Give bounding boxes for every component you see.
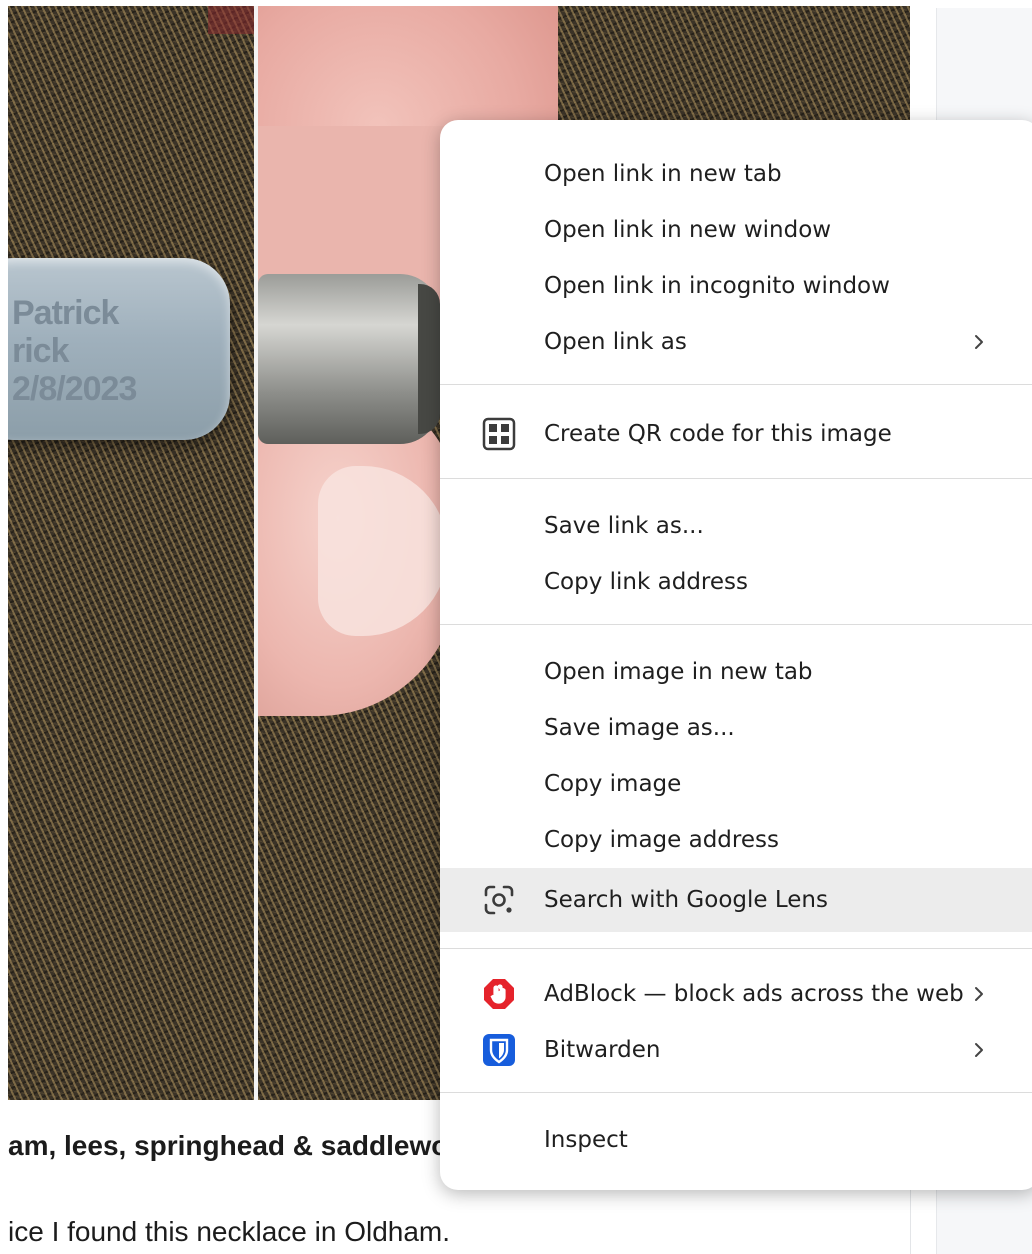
menu-item-adblock[interactable]: AdBlock — block ads across the web xyxy=(440,966,1032,1022)
menu-item-create-qr-code[interactable]: Create QR code for this image xyxy=(440,406,1032,462)
menu-item-label: Copy image address xyxy=(544,827,779,853)
menu-item-label: Copy image xyxy=(544,771,682,797)
chevron-right-icon xyxy=(975,335,983,349)
qr-code-icon xyxy=(482,417,516,451)
menu-item-label: AdBlock — block ads across the web xyxy=(544,981,964,1007)
post-body: ice I found this necklace in Oldham. xyxy=(8,1216,451,1247)
post-title[interactable]: am, lees, springhead & saddlewo xyxy=(8,1130,448,1162)
menu-item-bitwarden[interactable]: Bitwarden xyxy=(440,1022,1032,1078)
menu-item-label: Open image in new tab xyxy=(544,659,813,685)
chevron-right-icon xyxy=(975,1043,983,1057)
menu-separator xyxy=(440,1092,1032,1093)
menu-item-label: Open link in new window xyxy=(544,217,832,243)
menu-item-label: Inspect xyxy=(544,1127,628,1153)
menu-item-open-link-new-tab[interactable]: Open link in new tab xyxy=(440,146,1032,202)
menu-item-open-link-as[interactable]: Open link as xyxy=(440,314,1032,370)
menu-item-label: Open link in incognito window xyxy=(544,273,890,299)
photo-background-red xyxy=(208,6,254,34)
menu-item-copy-image[interactable]: Copy image xyxy=(440,756,1032,812)
tag-line-1: Patrick xyxy=(12,294,119,332)
menu-item-label: Open link in new tab xyxy=(544,161,782,187)
tag-line-3: 2/8/2023 xyxy=(12,370,137,408)
menu-item-label: Save link as... xyxy=(544,513,704,539)
menu-item-label: Search with Google Lens xyxy=(544,887,828,913)
menu-separator xyxy=(440,624,1032,625)
menu-item-open-image-new-tab[interactable]: Open image in new tab xyxy=(440,644,1032,700)
adblock-icon xyxy=(484,979,514,1009)
context-menu: Open link in new tab Open link in new wi… xyxy=(440,120,1032,1190)
metal-cylinder xyxy=(258,274,440,444)
menu-item-open-link-incognito[interactable]: Open link in incognito window xyxy=(440,258,1032,314)
tag-line-2: rick xyxy=(12,332,70,370)
menu-item-open-link-new-window[interactable]: Open link in new window xyxy=(440,202,1032,258)
menu-separator xyxy=(440,948,1032,949)
chevron-right-icon xyxy=(975,987,983,1001)
bitwarden-icon xyxy=(483,1034,515,1066)
menu-item-save-link-as[interactable]: Save link as... xyxy=(440,498,1032,554)
menu-item-label: Copy link address xyxy=(544,569,749,595)
menu-item-label: Bitwarden xyxy=(544,1037,661,1063)
menu-item-label: Create QR code for this image xyxy=(544,421,892,447)
engraved-tag: Patrick rick 2/8/2023 xyxy=(8,258,230,440)
menu-item-inspect[interactable]: Inspect xyxy=(440,1112,1032,1168)
menu-item-label: Open link as xyxy=(544,329,687,355)
menu-item-copy-link-address[interactable]: Copy link address xyxy=(440,554,1032,610)
menu-item-search-google-lens[interactable]: Search with Google Lens xyxy=(440,868,1032,932)
menu-item-copy-image-address[interactable]: Copy image address xyxy=(440,812,1032,868)
post-image-left[interactable]: Patrick rick 2/8/2023 xyxy=(8,6,254,1100)
google-lens-icon xyxy=(484,885,514,915)
menu-item-save-image-as[interactable]: Save image as... xyxy=(440,700,1032,756)
menu-item-label: Save image as... xyxy=(544,715,735,741)
menu-separator xyxy=(440,384,1032,385)
metal-cylinder-end xyxy=(418,284,440,434)
menu-separator xyxy=(440,478,1032,479)
tag-engraving: Patrick rick 2/8/2023 xyxy=(12,294,137,408)
